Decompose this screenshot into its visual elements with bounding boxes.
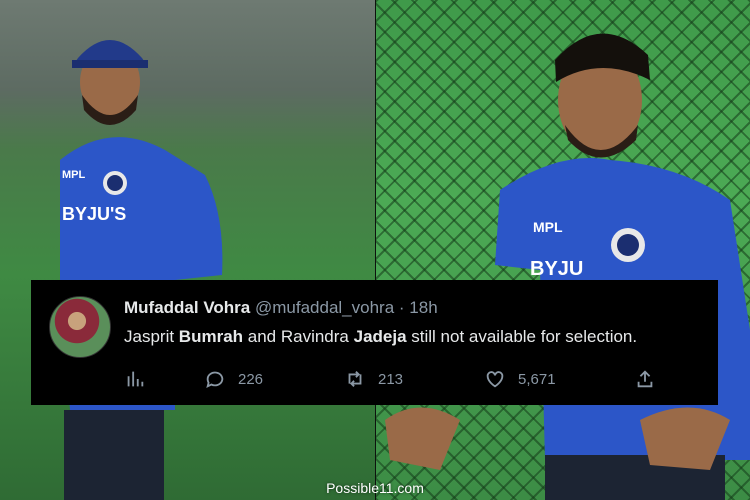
tweet-text-bold: Jadeja	[353, 327, 407, 346]
share-button[interactable]	[634, 368, 668, 390]
player-figures: BYJU'S MPL MPL BYJU	[60, 33, 750, 500]
reply-icon	[206, 371, 224, 389]
author-name[interactable]: Mufaddal Vohra	[124, 298, 250, 317]
analytics-icon	[127, 371, 144, 387]
tweet-card[interactable]: Mufaddal Vohra @mufaddal_vohra · 18h Jas…	[31, 280, 718, 405]
tweet-header: Mufaddal Vohra @mufaddal_vohra · 18h	[124, 298, 438, 318]
analytics-button[interactable]	[124, 368, 158, 390]
retweet-icon	[348, 371, 362, 387]
reply-count: 226	[238, 370, 264, 388]
jersey-badge-left: MPL	[62, 169, 86, 181]
jersey-badge-right: MPL	[533, 219, 563, 235]
author-handle[interactable]: @mufaddal_vohra	[255, 298, 394, 317]
player-jadeja	[60, 40, 223, 500]
tweet-text: Jasprit Bumrah and Ravindra Jadeja still…	[124, 327, 637, 347]
avatar[interactable]	[49, 296, 111, 358]
like-button[interactable]: 5,671	[484, 368, 556, 390]
jersey-sponsor-left: BYJU'S	[62, 204, 126, 224]
retweet-button[interactable]: 213	[344, 368, 403, 390]
header-separator: ·	[398, 298, 405, 317]
reply-button[interactable]: 226	[204, 368, 263, 390]
retweet-count: 213	[378, 370, 404, 388]
share-icon	[637, 370, 653, 388]
tweet-text-part: Jasprit	[124, 327, 179, 346]
tweet-text-bold: Bumrah	[178, 327, 244, 346]
tweet-actions: 226 213 5,671	[124, 368, 664, 392]
watermark-credit: Possible11.com	[326, 480, 424, 496]
jersey-sponsor-right: BYJU	[530, 258, 583, 280]
tweet-text-part: and Ravindra	[243, 327, 354, 346]
like-count: 5,671	[518, 370, 556, 388]
tweet-time[interactable]: 18h	[409, 298, 437, 317]
tweet-text-part: still not available for selection.	[406, 327, 638, 346]
like-icon	[486, 371, 504, 388]
